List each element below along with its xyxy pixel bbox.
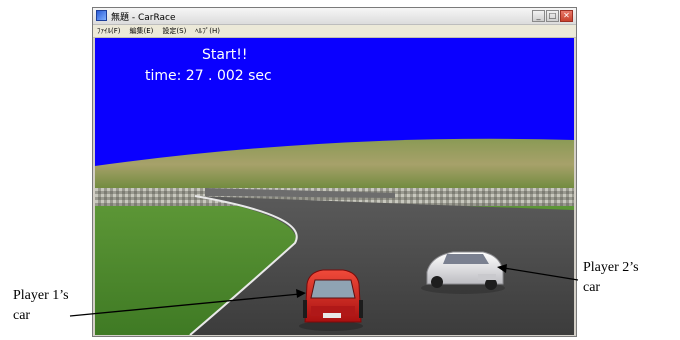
- game-viewport[interactable]: Start!! time: 27 . 002 sec: [95, 38, 574, 335]
- game-window: 無題 - CarRace _ □ ✕ ﾌｧｲﾙ(F) 編集(E) 設定(S) ﾍ…: [92, 7, 577, 337]
- title-bar[interactable]: 無題 - CarRace _ □ ✕: [93, 8, 576, 25]
- menu-settings[interactable]: 設定(S): [162, 25, 186, 37]
- player2-label: Player 2’s car: [583, 258, 639, 298]
- player1-car: [299, 269, 363, 331]
- app-icon: [96, 10, 107, 21]
- window-controls: _ □ ✕: [532, 10, 573, 22]
- player1-label: Player 1’s car: [13, 286, 69, 326]
- maximize-button[interactable]: □: [546, 10, 559, 22]
- race-timer: time: 27 . 002 sec: [145, 68, 272, 84]
- player2-label-line2: car: [583, 280, 601, 295]
- race-status-text: Start!!: [202, 47, 248, 63]
- menu-help[interactable]: ﾍﾙﾌﾟ(H): [195, 25, 220, 37]
- player2-label-line1: Player 2’s: [583, 260, 639, 275]
- minimize-button[interactable]: _: [532, 10, 545, 22]
- close-button[interactable]: ✕: [560, 10, 573, 22]
- player1-label-line1: Player 1’s: [13, 288, 69, 303]
- menu-file[interactable]: ﾌｧｲﾙ(F): [97, 25, 121, 37]
- menu-bar: ﾌｧｲﾙ(F) 編集(E) 設定(S) ﾍﾙﾌﾟ(H): [93, 25, 576, 38]
- menu-edit[interactable]: 編集(E): [130, 25, 154, 37]
- player1-label-line2: car: [13, 308, 31, 323]
- window-title: 無題 - CarRace: [111, 13, 176, 23]
